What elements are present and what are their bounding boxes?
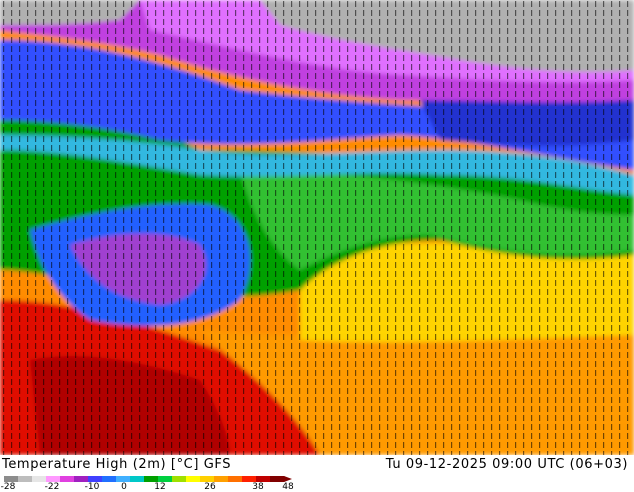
map-datetime: Tu 09-12-2025 09:00 UTC (06+03): [385, 457, 628, 472]
legend-swatch: [102, 476, 117, 482]
legend-tick-label: -10: [84, 482, 100, 492]
footer-bar: Temperature High (2m) [°C] GFS Tu 09-12-…: [0, 455, 634, 492]
legend-swatch: [214, 476, 229, 482]
legend-swatch: [228, 476, 243, 482]
legend-swatch: [186, 476, 201, 482]
legend-tick-label: 48: [282, 482, 294, 492]
legend-tick-label: 26: [204, 482, 216, 492]
legend-swatch: [172, 476, 187, 482]
temperature-map: [0, 0, 634, 455]
legend-tick-label: 38: [252, 482, 264, 492]
legend-swatch: [18, 476, 33, 482]
legend-tick-label: 12: [154, 482, 166, 492]
legend-swatch: [130, 476, 145, 482]
legend-tick-label: -28: [0, 482, 16, 492]
map-title: Temperature High (2m) [°C] GFS: [2, 457, 232, 472]
legend-tick-label: -22: [44, 482, 60, 492]
legend-swatch: [60, 476, 75, 482]
legend-tick-label: 0: [121, 482, 127, 492]
